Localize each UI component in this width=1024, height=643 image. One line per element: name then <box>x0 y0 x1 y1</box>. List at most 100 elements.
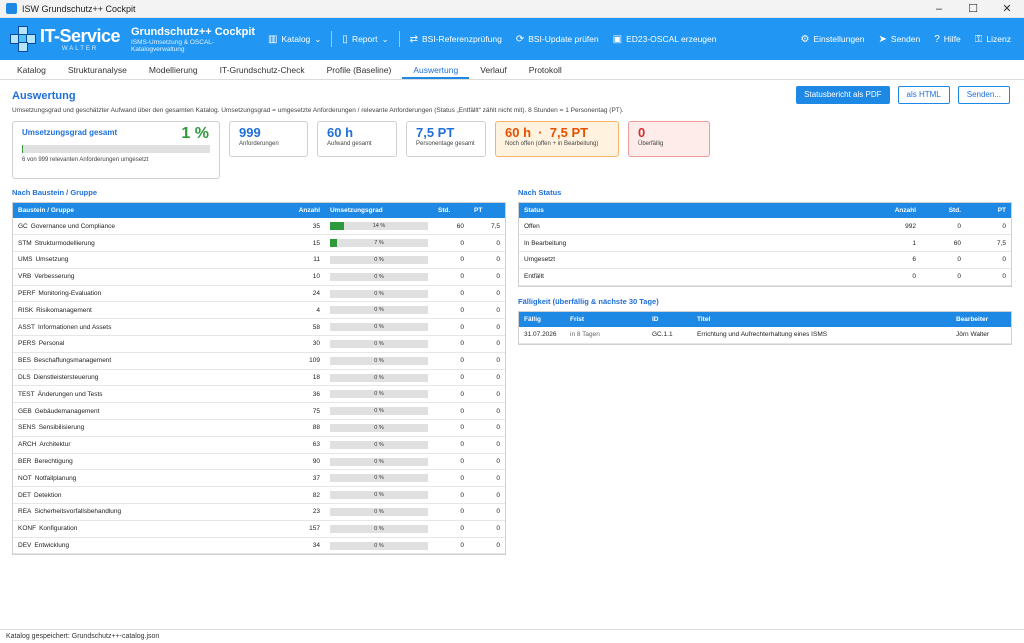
kpi-ueberfaellig: 0 Überfällig <box>628 121 710 157</box>
col-header[interactable]: Baustein / Gruppe <box>13 203 285 218</box>
col-header[interactable]: Fällig <box>519 311 565 327</box>
col-header[interactable]: Umsetzungsgrad <box>325 203 433 218</box>
col-header[interactable]: Std. <box>921 203 966 218</box>
progress-bar: 0 % <box>330 356 428 365</box>
chevron-down-icon: ⌄ <box>314 33 322 44</box>
progress-bar: 0 % <box>330 423 428 432</box>
katalog-menu-button[interactable]: ▥ Katalog ⌄ <box>261 27 328 51</box>
col-header[interactable]: Std. <box>433 203 469 218</box>
tab-auswertung[interactable]: Auswertung <box>402 60 470 79</box>
table-row[interactable]: SENS Sensibilisierung 88 0 % 0 0 <box>13 419 505 437</box>
table-row[interactable]: REA Sicherheitsvorfallsbehandlung 23 0 % 0 0 <box>13 503 505 521</box>
progress-label: 0 % <box>374 408 384 415</box>
einstellungen-label: Einstellungen <box>813 34 865 44</box>
table-row[interactable]: Entfällt 0 0 0 <box>519 268 1011 286</box>
table-row[interactable]: RISK Risikomanagement 4 0 % 0 0 <box>13 301 505 320</box>
status-bar: Katalog gespeichert: Grundschutz++-catal… <box>0 629 1024 643</box>
ed23-oscal-button[interactable]: ▣ ED23-OSCAL erzeugen <box>606 27 724 51</box>
kpi-aufwand: 60 h Aufwand gesamt <box>317 121 397 157</box>
progress-cell: 0 % <box>325 436 433 454</box>
baustein-cell: KONF Konfiguration <box>13 520 285 538</box>
col-header[interactable]: ID <box>647 311 692 327</box>
table-row[interactable]: VRB Verbesserung 10 0 % 0 0 <box>13 268 505 286</box>
table-row[interactable]: KONF Konfiguration 157 0 % 0 0 <box>13 520 505 538</box>
table-row[interactable]: In Bearbeitung 1 60 7,5 <box>519 234 1011 253</box>
minimize-button[interactable]: – <box>922 0 956 18</box>
kpi-personentage: 7,5 PT Personentage gesamt <box>406 121 486 157</box>
document-icon: ▣ <box>612 33 623 45</box>
report-menu-button[interactable]: ▯ Report ⌄ <box>335 27 395 51</box>
pt-cell: 0 <box>469 453 505 471</box>
progress-bar: 0 % <box>330 255 428 264</box>
table-row[interactable]: PERF Monitoring-Evaluation 24 0 % 0 0 <box>13 285 505 303</box>
table-row[interactable]: ARCH Architektur 63 0 % 0 0 <box>13 436 505 454</box>
hilfe-label: Hilfe <box>943 34 961 44</box>
table-row[interactable]: GC Governance und Compliance 35 14 % 60 7,5 <box>13 218 505 236</box>
std-cell: 0 <box>433 453 469 471</box>
pdf-report-button[interactable]: Statusbericht als PDF <box>796 86 890 104</box>
progress-cell: 0 % <box>325 352 433 370</box>
table-row[interactable]: BES Beschaffungsmanagement 109 0 % 0 0 <box>13 352 505 370</box>
senden-button[interactable]: ➤ Senden <box>872 27 928 51</box>
kpi-value: 60 h <box>327 125 354 140</box>
bsi-referenzpruefung-button[interactable]: ⇄ BSI-Referenzprüfung <box>403 27 509 51</box>
send-icon: ➤ <box>878 33 887 45</box>
table-row[interactable]: DET Detektion 82 0 % 0 0 <box>13 486 505 505</box>
std-cell: 0 <box>433 419 469 437</box>
tab-katalog[interactable]: Katalog <box>6 60 57 79</box>
maximize-button[interactable]: ☐ <box>956 0 990 18</box>
tab-grundschutz-check[interactable]: IT-Grundschutz-Check <box>209 60 316 79</box>
count-cell: 6 <box>881 251 921 269</box>
table-row[interactable]: TEST Änderungen und Tests 36 0 % 0 0 <box>13 385 505 404</box>
col-header[interactable]: Bearbeiter <box>951 311 1011 327</box>
baustein-cell: ASST Informationen und Assets <box>13 318 285 337</box>
col-header[interactable]: Frist <box>565 311 647 327</box>
table-row[interactable]: GEB Gebäudemanagement 75 0 % 0 0 <box>13 402 505 421</box>
senden-label: Senden <box>890 34 921 44</box>
table-row[interactable]: DEV Entwicklung 34 0 % 0 0 <box>13 537 505 555</box>
std-cell: 0 <box>433 268 469 286</box>
table-row[interactable]: NOT Notfallplanung 37 0 % 0 0 <box>13 469 505 488</box>
col-header[interactable]: Status <box>519 203 881 218</box>
report-icon: ▯ <box>342 33 348 45</box>
table-row[interactable]: UMS Umsetzung 11 0 % 0 0 <box>13 251 505 269</box>
col-header[interactable]: Anzahl <box>881 203 921 218</box>
col-header[interactable]: PT <box>966 203 1011 218</box>
baustein-name: Konfiguration <box>39 525 78 533</box>
col-header[interactable]: Titel <box>692 311 951 327</box>
pt-cell: 0 <box>469 285 505 303</box>
gear-icon: ⚙ <box>800 33 810 45</box>
table-row[interactable]: BER Berechtigung 90 0 % 0 0 <box>13 453 505 471</box>
table-row[interactable]: STM Strukturmodellierung 15 7 % 0 0 <box>13 234 505 253</box>
tab-profile[interactable]: Profile (Baseline) <box>316 60 403 79</box>
table-row[interactable]: Umgesetzt 6 0 0 <box>519 251 1011 269</box>
table-row[interactable]: Offen 992 0 0 <box>519 218 1011 236</box>
send-report-button[interactable]: Senden... <box>957 86 1010 104</box>
tab-strukturanalyse[interactable]: Strukturanalyse <box>57 60 138 79</box>
tab-protokoll[interactable]: Protokoll <box>518 60 573 79</box>
tab-verlauf[interactable]: Verlauf <box>469 60 517 79</box>
lizenz-button[interactable]: ⚿ Lizenz <box>968 27 1018 51</box>
pt-cell: 0 <box>469 520 505 538</box>
html-report-button[interactable]: als HTML <box>897 86 950 104</box>
kpi-row: Umsetzungsgrad gesamt 1 % 6 von 999 rele… <box>12 121 1012 179</box>
table-row[interactable]: ASST Informationen und Assets 58 0 % 0 0 <box>13 318 505 337</box>
table-row[interactable]: PERS Personal 30 0 % 0 0 <box>13 335 505 353</box>
einstellungen-button[interactable]: ⚙ Einstellungen <box>794 27 872 51</box>
col-header[interactable]: Anzahl <box>285 203 325 218</box>
bsi-update-button[interactable]: ⟳ BSI-Update prüfen <box>509 27 606 51</box>
table-row[interactable]: DLS Dienstleistersteuerung 18 0 % 0 0 <box>13 369 505 387</box>
kpi-value: 7,5 PT <box>416 125 455 140</box>
baustein-cell: DLS Dienstleistersteuerung <box>13 369 285 387</box>
kpi-umsetzungsgrad-value: 1 % <box>181 125 209 142</box>
kpi-noch-offen: 60 h · 7,5 PT Noch offen (offen + in Bea… <box>495 121 619 157</box>
close-button[interactable]: ✕ <box>990 0 1024 18</box>
frist-cell: in 8 Tagen <box>565 326 647 344</box>
std-cell: 0 <box>433 436 469 454</box>
col-header[interactable]: PT <box>469 203 505 218</box>
tab-modellierung[interactable]: Modellierung <box>138 60 209 79</box>
table-row[interactable]: 31.07.2026 in 8 Tagen GC.1.1 Errichtung und… <box>519 326 1011 344</box>
progress-bar: 0 % <box>330 289 428 298</box>
baustein-name: Änderungen und Tests <box>37 390 103 398</box>
hilfe-button[interactable]: ? Hilfe <box>927 27 968 51</box>
